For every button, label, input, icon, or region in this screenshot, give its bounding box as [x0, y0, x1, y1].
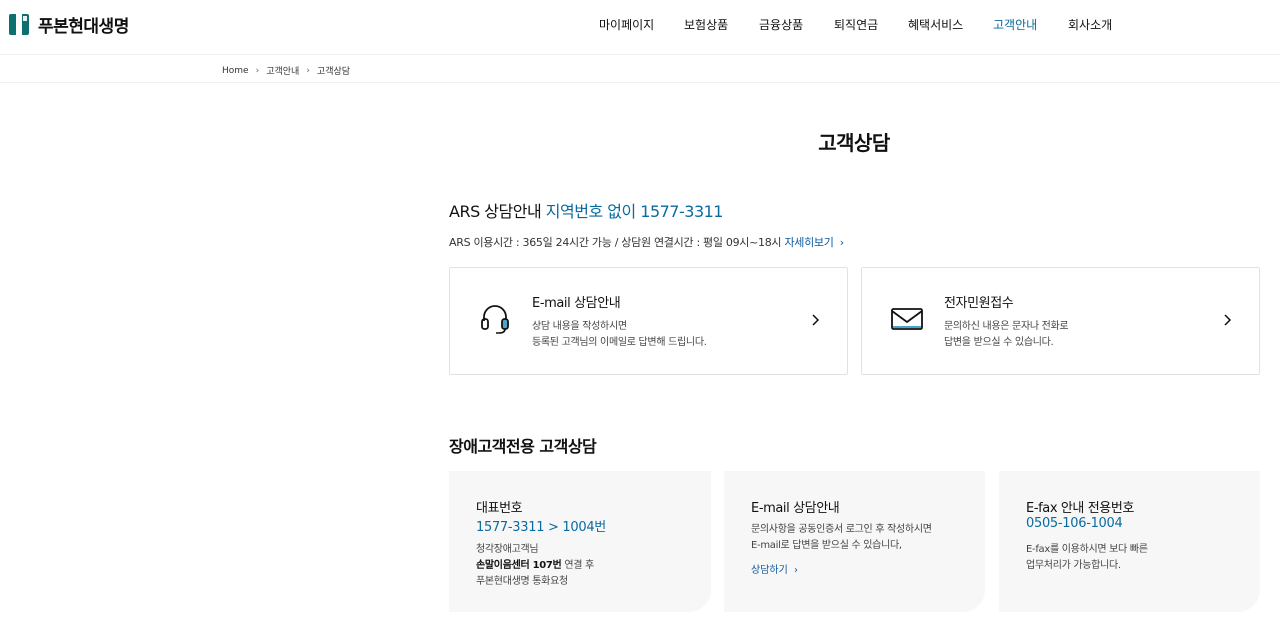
brand-name: 푸본현대생명 — [38, 16, 129, 37]
card-description: 청각장애고객님 손말이음센터 107번 연결 후 푸본현대생명 통화요청 — [476, 542, 594, 590]
nav-item-pension[interactable]: 퇴직연금 — [834, 16, 878, 33]
ars-hours-text: ARS 이용시간 : 365일 24시간 가능 / 상담원 연결시간 : 평일 … — [449, 236, 782, 249]
card-description: 문의사항을 공동인증서 로그인 후 작성하시면 E-mail로 답변을 받으실 … — [751, 522, 932, 554]
breadcrumb-current[interactable]: 고객상담 — [317, 64, 350, 77]
card-title: E-fax 안내 전용번호 — [1026, 501, 1134, 516]
card-title: E-mail 상담안내 — [751, 501, 840, 516]
ars-heading: ARS 상담안내 지역번호 없이 1577-3311 — [449, 198, 723, 222]
card-desc-line: 손말이음센터 107번 연결 후 — [476, 558, 594, 574]
nav-item-mypage[interactable]: 마이페이지 — [599, 16, 654, 33]
breadcrumb-chevron-icon: › — [306, 65, 310, 76]
email-consult-card[interactable]: E-mail 상담안내 상담 내용을 작성하시면 등록된 고객님의 이메일로 답… — [449, 267, 848, 375]
main-number-card: 대표번호 1577-3311 > 1004번 청각장애고객님 손말이음센터 10… — [449, 471, 711, 612]
nav-item-company[interactable]: 회사소개 — [1068, 16, 1112, 33]
ars-more-label: 자세히보기 — [784, 236, 834, 249]
site-header: 푸본현대생명 마이페이지 보험상품 금융상품 퇴직연금 혜택서비스 고객안내 회… — [0, 0, 1280, 55]
card-description: E-fax를 이용하시면 보다 빠른 업무처리가 가능합니다. — [1026, 542, 1148, 574]
page-title: 고객상담 — [818, 131, 890, 155]
consult-link[interactable]: 상담하기 › — [751, 561, 798, 576]
card-desc-line: E-fax를 이용하시면 보다 빠른 — [1026, 544, 1148, 555]
accessibility-email-card: E-mail 상담안내 문의사항을 공동인증서 로그인 후 작성하시면 E-ma… — [724, 471, 985, 612]
chevron-right-icon — [1224, 314, 1232, 326]
ars-number: 지역번호 없이 1577-3311 — [545, 202, 724, 221]
breadcrumb-customer[interactable]: 고객안내 — [266, 64, 299, 77]
breadcrumb-home[interactable]: Home — [222, 66, 249, 76]
site-logo[interactable]: 푸본현대생명 — [8, 12, 129, 37]
ars-hours: ARS 이용시간 : 365일 24시간 가능 / 상담원 연결시간 : 평일 … — [449, 234, 844, 250]
chevron-right-icon: › — [794, 565, 798, 576]
chevron-right-icon: › — [839, 236, 844, 249]
brand-logo-icon — [9, 13, 29, 35]
ars-label: ARS 상담안내 — [449, 202, 542, 221]
card-title: 전자민원접수 — [944, 296, 1014, 311]
card-desc-text: 연결 후 — [561, 560, 594, 571]
card-desc-line: 청각장애고객님 — [476, 544, 539, 555]
nav-item-insurance[interactable]: 보험상품 — [684, 16, 728, 33]
card-description: 문의하신 내용은 문자나 전화로 답변을 받으실 수 있습니다. — [944, 319, 1069, 351]
ars-more-link[interactable]: 자세히보기 › — [784, 236, 844, 249]
consult-link-label: 상담하기 — [751, 565, 788, 576]
card-desc-line: E-mail로 답변을 받으실 수 있습니다, — [751, 540, 902, 551]
headset-icon — [481, 305, 509, 334]
efax-card: E-fax 안내 전용번호 0505-106-1004 E-fax를 이용하시면… — [999, 471, 1260, 612]
envelope-icon — [891, 308, 923, 330]
card-desc-line: 상담 내용을 작성하시면 — [532, 321, 627, 332]
breadcrumb-chevron-icon: › — [255, 65, 260, 76]
card-title: E-mail 상담안내 — [532, 296, 621, 311]
card-desc-line: 문의사항을 공동인증서 로그인 후 작성하시면 — [751, 524, 932, 535]
card-desc-line: 등록된 고객님의 이메일로 답변해 드립니다. — [532, 337, 707, 348]
nav-item-benefits[interactable]: 혜택서비스 — [908, 16, 963, 33]
relay-center-label: 손말이음센터 107번 — [476, 560, 562, 571]
civil-complaint-card[interactable]: 전자민원접수 문의하신 내용은 문자나 전화로 답변을 받으실 수 있습니다. — [861, 267, 1260, 375]
card-title: 대표번호 — [476, 501, 523, 516]
card-desc-line: 답변을 받으실 수 있습니다. — [944, 337, 1054, 348]
phone-number: 1577-3311 > 1004번 — [476, 520, 606, 535]
accessibility-section-title: 장애고객전용 고객상담 — [449, 437, 597, 456]
card-desc-line: 업무처리가 가능합니다. — [1026, 560, 1121, 571]
card-description: 상담 내용을 작성하시면 등록된 고객님의 이메일로 답변해 드립니다. — [532, 319, 707, 351]
nav-item-finance[interactable]: 금융상품 — [759, 16, 803, 33]
card-desc-line: 푸본현대생명 통화요청 — [476, 576, 568, 587]
fax-number: 0505-106-1004 — [1026, 516, 1123, 531]
breadcrumb: Home › 고객안내 › 고객상담 — [222, 64, 350, 78]
chevron-right-icon — [812, 314, 820, 326]
card-desc-line: 문의하신 내용은 문자나 전화로 — [944, 321, 1069, 332]
breadcrumb-divider — [0, 82, 1280, 83]
nav-item-customer[interactable]: 고객안내 — [993, 16, 1037, 33]
